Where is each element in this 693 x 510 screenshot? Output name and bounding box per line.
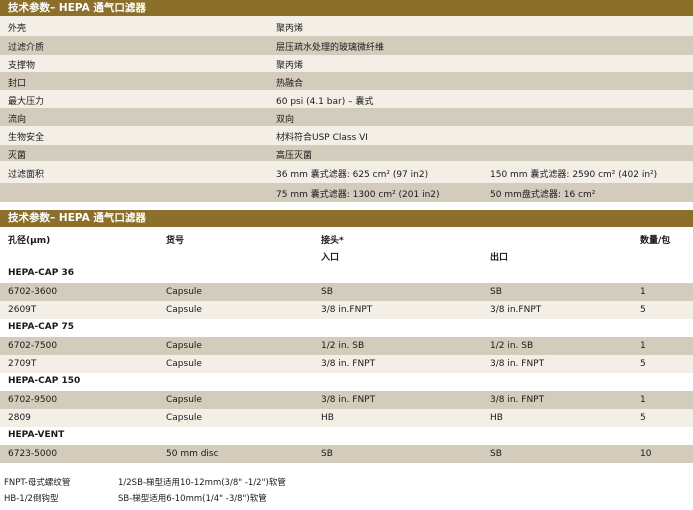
spec-value: 聚丙烯 [276, 24, 304, 34]
cell-qty: 1 [640, 287, 646, 297]
group-title: HEPA-CAP 150 [0, 373, 693, 391]
cell-code: 2609T [8, 305, 37, 315]
spec-row-area: 过滤面积 36 mm 囊式滤器: 625 cm² (97 in2) 150 mm… [0, 161, 693, 183]
table-row: 2809 Capsule HB HB 5 [0, 409, 693, 427]
cell-qty: 1 [640, 341, 646, 351]
header-inlet: 入口 [321, 253, 340, 263]
spec-row: 外壳 聚丙烯 [0, 16, 693, 36]
spec-label: 支撑物 [8, 61, 36, 71]
group-name: HEPA-CAP 150 [8, 376, 81, 386]
cell-outlet: SB [490, 287, 502, 297]
cell-inlet: HB [321, 413, 334, 423]
table-row: 6723-5000 50 mm disc SB SB 10 [0, 445, 693, 463]
spec-label: 生物安全 [8, 133, 45, 143]
spec-label: 过滤面积 [8, 170, 45, 180]
cell-code: 2809 [8, 413, 31, 423]
cell-type: Capsule [166, 341, 202, 351]
spec-value: 材料符合USP Class VI [276, 133, 368, 143]
footnote-hb: HB-1/2倒钩型 [4, 494, 59, 504]
group-title: HEPA-VENT [0, 427, 693, 445]
table-row: 2609T Capsule 3/8 in.FNPT 3/8 in.FNPT 5 [0, 301, 693, 319]
cell-qty: 5 [640, 305, 646, 315]
spec-label: 最大压力 [8, 97, 45, 107]
spec-row-area-2: 75 mm 囊式滤器: 1300 cm² (201 in2) 50 mm盘式滤器… [0, 183, 693, 202]
group-title: HEPA-CAP 75 [0, 319, 693, 337]
cell-inlet: 3/8 in. FNPT [321, 395, 376, 405]
spec-section-title: 技术参数– HEPA 通气口滤器 [0, 0, 693, 16]
spec-area-value: 50 mm盘式滤器: 16 cm² [490, 190, 596, 200]
spec-value: 层压疏水处理的玻璃微纤维 [276, 43, 385, 53]
spec-value: 双向 [276, 115, 295, 125]
spec-area-value: 75 mm 囊式滤器: 1300 cm² (201 in2) [276, 190, 440, 200]
spec-row: 支撑物 聚丙烯 [0, 55, 693, 72]
header-catalog: 货号 [166, 236, 185, 246]
cell-outlet: 3/8 in.FNPT [490, 305, 542, 315]
cell-code: 6702-9500 [8, 395, 58, 405]
cell-type: Capsule [166, 413, 202, 423]
group-name: HEPA-VENT [8, 430, 65, 440]
header-qty: 数量/包 [640, 236, 671, 246]
spec-label: 封口 [8, 79, 27, 89]
cell-inlet: SB [321, 287, 333, 297]
cell-type: Capsule [166, 359, 202, 369]
spec-value: 热融合 [276, 79, 304, 89]
cell-code: 6723-5000 [8, 449, 58, 459]
spec-label: 外壳 [8, 24, 27, 34]
cell-type: 50 mm disc [166, 449, 219, 459]
spec-row: 最大压力 60 psi (4.1 bar) – 囊式 [0, 90, 693, 108]
table-row: 6702-3600 Capsule SB SB 1 [0, 283, 693, 301]
cell-qty: 1 [640, 395, 646, 405]
group-title: HEPA-CAP 36 [0, 265, 693, 283]
header-outlet: 出口 [490, 253, 509, 263]
spec-label: 灭菌 [8, 151, 27, 161]
table-row: 2709T Capsule 3/8 in. FNPT 3/8 in. FNPT 5 [0, 355, 693, 373]
ordering-header: 孔径(μm) 货号 接头* 入口 出口 数量/包 [0, 227, 693, 265]
cell-type: Capsule [166, 395, 202, 405]
spec-value: 高压灭菌 [276, 151, 313, 161]
spec-area-value: 150 mm 囊式滤器: 2590 cm² (402 in²) [490, 170, 658, 180]
spec-row: 过滤介质 层压疏水处理的玻璃微纤维 [0, 36, 693, 55]
spec-value: 60 psi (4.1 bar) – 囊式 [276, 97, 374, 107]
spec-row: 流向 双向 [0, 108, 693, 126]
spec-label: 过滤介质 [8, 43, 45, 53]
cell-qty: 5 [640, 359, 646, 369]
cell-outlet: HB [490, 413, 503, 423]
ordering-section-title: 技术参数– HEPA 通气口滤器 [0, 210, 693, 227]
spec-label: 流向 [8, 115, 27, 125]
table-row: 6702-7500 Capsule 1/2 in. SB 1/2 in. SB 1 [0, 337, 693, 355]
cell-qty: 5 [640, 413, 646, 423]
header-pore: 孔径(μm) [8, 236, 51, 246]
cell-outlet: 3/8 in. FNPT [490, 395, 545, 405]
spec-row: 封口 热融合 [0, 72, 693, 90]
cell-outlet: 3/8 in. FNPT [490, 359, 545, 369]
header-connector: 接头* [321, 236, 344, 246]
cell-type: Capsule [166, 287, 202, 297]
footnote-fnpt: FNPT-母式螺纹管 [4, 478, 71, 488]
spec-area-value: 36 mm 囊式滤器: 625 cm² (97 in2) [276, 170, 429, 180]
cell-inlet: 3/8 in. FNPT [321, 359, 376, 369]
group-name: HEPA-CAP 36 [8, 268, 74, 278]
spec-row: 灭菌 高压灭菌 [0, 145, 693, 161]
cell-outlet: 1/2 in. SB [490, 341, 534, 351]
cell-inlet: 1/2 in. SB [321, 341, 365, 351]
cell-inlet: 3/8 in.FNPT [321, 305, 373, 315]
cell-outlet: SB [490, 449, 502, 459]
group-name: HEPA-CAP 75 [8, 322, 74, 332]
cell-code: 6702-7500 [8, 341, 58, 351]
footnote-half-sb: 1/2SB-梯型适用10-12mm(3/8" -1/2")软管 [118, 478, 286, 488]
cell-code: 6702-3600 [8, 287, 58, 297]
spec-value: 聚丙烯 [276, 61, 304, 71]
cell-qty: 10 [640, 449, 652, 459]
cell-inlet: SB [321, 449, 333, 459]
footnote-sb: SB-梯型适用6-10mm(1/4" -3/8")软管 [118, 494, 267, 504]
cell-code: 2709T [8, 359, 37, 369]
spec-row: 生物安全 材料符合USP Class VI [0, 126, 693, 145]
table-row: 6702-9500 Capsule 3/8 in. FNPT 3/8 in. FNPT… [0, 391, 693, 409]
cell-type: Capsule [166, 305, 202, 315]
